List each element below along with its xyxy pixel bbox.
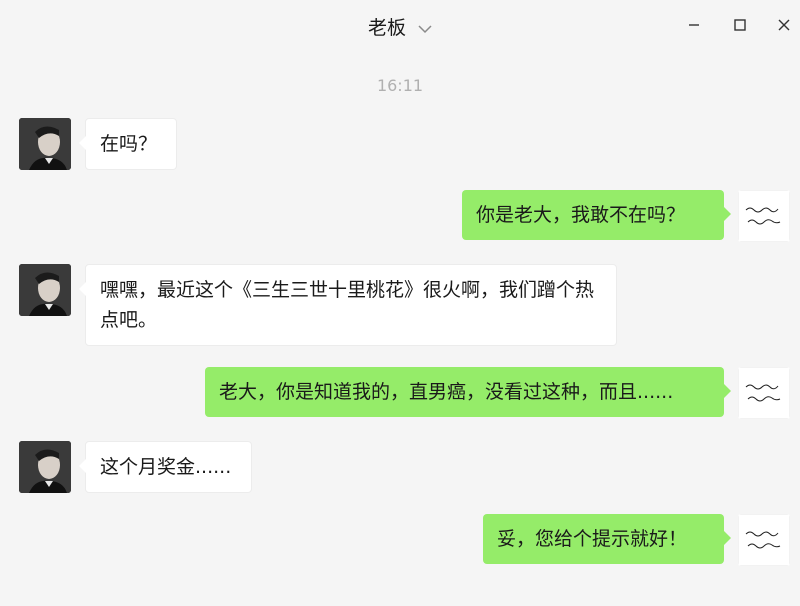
title-bar: 老板 (0, 0, 800, 56)
chat-title-dropdown[interactable]: 老板 (0, 14, 800, 42)
message-bubble-incoming[interactable]: 嘿嘿，最近这个《三生三世十里桃花》很火啊，我们蹭个热点吧。 (79, 264, 617, 346)
message-bubble-outgoing[interactable]: 老大，你是知道我的，直男癌，没看过这种，而且...... (205, 367, 731, 417)
message-bubble-outgoing[interactable]: 妥，您给个提示就好！ (483, 514, 731, 564)
maximize-button[interactable] (727, 12, 753, 38)
message-bubble-outgoing[interactable]: 你是老大，我敢不在吗？ (462, 190, 731, 240)
minimize-button[interactable] (681, 12, 707, 38)
chevron-down-icon (418, 24, 432, 33)
close-button[interactable] (771, 12, 797, 38)
contact-avatar[interactable] (19, 118, 71, 170)
message-bubble-incoming[interactable]: 这个月奖金...... (79, 441, 252, 493)
maximize-icon (734, 19, 746, 31)
message-bubble-incoming[interactable]: 在吗？ (79, 118, 177, 170)
message-timestamp: 16:11 (376, 76, 424, 95)
my-avatar[interactable] (738, 514, 790, 566)
chat-title: 老板 (367, 17, 406, 39)
my-avatar[interactable] (738, 190, 790, 242)
contact-avatar[interactable] (19, 441, 71, 493)
close-icon (778, 19, 790, 31)
contact-avatar[interactable] (19, 264, 71, 316)
minimize-icon (689, 24, 699, 26)
my-avatar[interactable] (738, 367, 790, 419)
